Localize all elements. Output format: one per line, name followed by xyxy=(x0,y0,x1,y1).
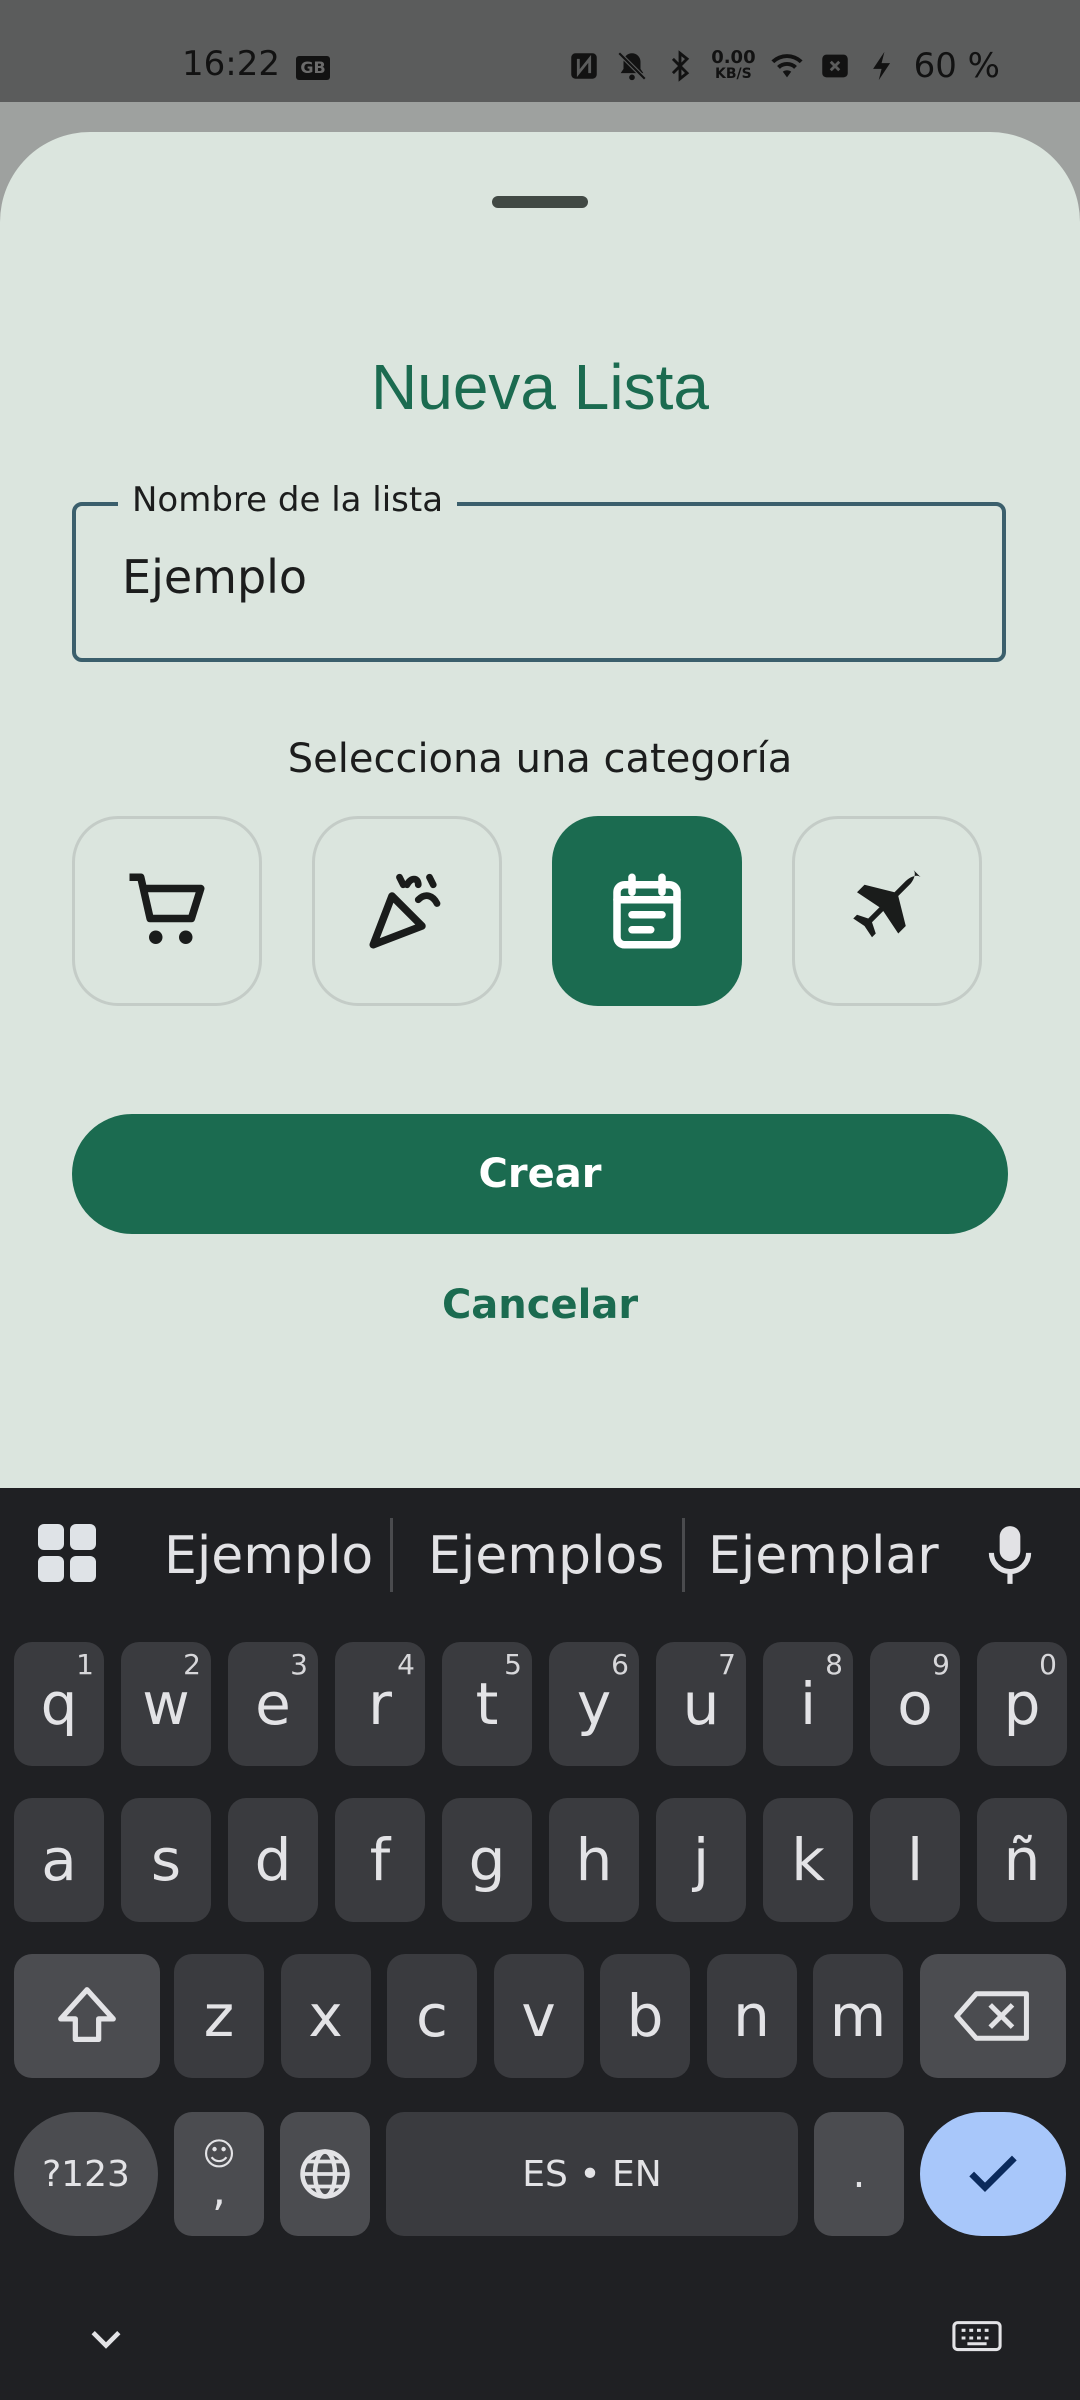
key-d[interactable]: d xyxy=(228,1798,318,1922)
airplane-icon xyxy=(853,869,921,938)
check-icon xyxy=(969,2155,1017,2193)
key-a[interactable]: a xyxy=(14,1798,104,1922)
key-g[interactable]: g xyxy=(442,1798,532,1922)
key-l[interactable]: l xyxy=(870,1798,960,1922)
key-b[interactable]: b xyxy=(600,1954,690,2078)
key-ñ[interactable]: ñ xyxy=(977,1798,1067,1922)
period-key[interactable]: . xyxy=(814,2112,904,2236)
key-u[interactable]: u7 xyxy=(656,1642,746,1766)
done-key[interactable] xyxy=(920,2112,1066,2236)
drag-handle[interactable] xyxy=(492,196,588,208)
suggestion-3[interactable]: Ejemplar xyxy=(708,1526,939,1586)
key-p[interactable]: p0 xyxy=(977,1642,1067,1766)
suggestion-bar: Ejemplo Ejemplos Ejemplar xyxy=(0,1488,1080,1618)
category-shopping-button[interactable] xyxy=(72,816,262,1006)
shopping-cart-icon xyxy=(129,873,205,944)
network-speed: 0.00 KB/S xyxy=(711,47,756,83)
on-screen-keyboard: Ejemplo Ejemplos Ejemplar xyxy=(0,1488,1080,2400)
key-x[interactable]: x xyxy=(280,1954,371,2078)
key-f[interactable]: f xyxy=(335,1798,425,1922)
suggestion-1[interactable]: Ejemplo xyxy=(164,1526,373,1586)
key-w[interactable]: w2 xyxy=(121,1642,211,1766)
category-notes-button[interactable] xyxy=(552,816,742,1006)
list-name-input[interactable]: Ejemplo xyxy=(122,550,307,604)
charging-icon xyxy=(872,51,890,81)
battery-percent: 60 % xyxy=(913,46,1000,86)
bell-off-icon xyxy=(617,51,647,81)
key-r[interactable]: r4 xyxy=(335,1642,425,1766)
status-time: 16:22 xyxy=(182,44,280,84)
shift-key[interactable] xyxy=(14,1954,160,2078)
key-y[interactable]: y6 xyxy=(549,1642,639,1766)
key-c[interactable]: c xyxy=(387,1954,477,2078)
bluetooth-icon xyxy=(672,50,690,82)
status-icons: 0.00 KB/S 60 % xyxy=(567,46,1000,86)
globe-icon xyxy=(300,2149,350,2199)
keyboard-switch-icon[interactable] xyxy=(952,2318,1002,2358)
backspace-icon xyxy=(954,1991,1029,2041)
suggestion-divider xyxy=(390,1518,393,1592)
key-z[interactable]: z xyxy=(174,1954,264,2078)
gallery-notification-icon: GB xyxy=(296,56,330,80)
key-t[interactable]: t5 xyxy=(442,1642,532,1766)
shift-icon xyxy=(58,1987,116,2042)
sheet-title: Nueva Lista xyxy=(371,351,709,423)
key-o[interactable]: o9 xyxy=(870,1642,960,1766)
emoji-comma-key[interactable]: ☺ , xyxy=(174,2112,264,2236)
create-button[interactable]: Crear xyxy=(72,1114,1008,1234)
key-q[interactable]: q1 xyxy=(14,1642,104,1766)
notes-calendar-icon xyxy=(613,873,681,949)
key-h[interactable]: h xyxy=(549,1798,639,1922)
symbols-key[interactable]: ?123 xyxy=(14,2112,158,2236)
key-n[interactable]: n xyxy=(706,1954,797,2078)
list-name-label: Nombre de la lista xyxy=(118,480,458,520)
status-bar: 16:22 GB 0.00 KB/S 60 % xyxy=(0,0,1080,102)
sim-off-icon xyxy=(821,54,848,78)
key-i[interactable]: i8 xyxy=(763,1642,853,1766)
backspace-key[interactable] xyxy=(920,1954,1066,2078)
key-j[interactable]: j xyxy=(656,1798,746,1922)
suggestion-2[interactable]: Ejemplos xyxy=(428,1526,664,1586)
cancel-button[interactable]: Cancelar xyxy=(0,1282,1080,1328)
category-travel-button[interactable] xyxy=(792,816,982,1006)
key-e[interactable]: e3 xyxy=(228,1642,318,1766)
new-list-sheet: Nueva Lista Nombre de la lista Ejemplo S… xyxy=(0,132,1080,1492)
category-label: Selecciona una categoría xyxy=(287,736,793,782)
microphone-icon[interactable] xyxy=(985,1524,1035,1586)
language-key[interactable] xyxy=(280,2112,370,2236)
list-name-field[interactable]: Nombre de la lista Ejemplo xyxy=(72,480,1006,662)
party-popper-icon xyxy=(369,873,441,949)
chevron-down-icon[interactable] xyxy=(84,2318,128,2362)
key-v[interactable]: v xyxy=(493,1954,584,2078)
suggestion-divider xyxy=(682,1518,685,1592)
key-s[interactable]: s xyxy=(121,1798,211,1922)
nfc-icon xyxy=(571,53,597,79)
category-party-button[interactable] xyxy=(312,816,502,1006)
space-key[interactable]: ES • EN xyxy=(386,2112,798,2236)
key-k[interactable]: k xyxy=(763,1798,853,1922)
wifi-icon xyxy=(771,54,803,78)
apps-grid-icon[interactable] xyxy=(38,1524,98,1584)
key-m[interactable]: m xyxy=(813,1954,903,2078)
